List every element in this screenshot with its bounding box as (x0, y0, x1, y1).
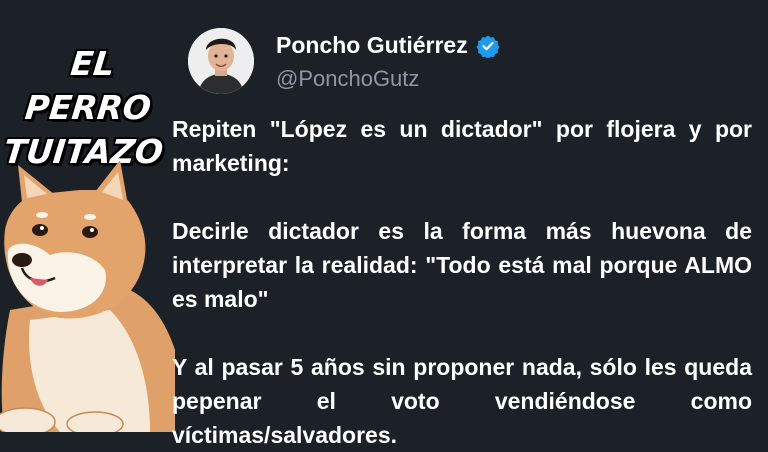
tweet-paragraph-3: Y al pasar 5 años sin proponer nada, sól… (172, 354, 752, 448)
tweet-header: Poncho Gutiérrez @PonchoGutz (188, 28, 748, 98)
verified-badge-icon (476, 35, 500, 58)
brand-logo: EL PERRO TUITAZO (1, 42, 175, 174)
profile-photo (188, 28, 254, 94)
author-name-row: Poncho Gutiérrez (276, 32, 500, 59)
avatar[interactable] (188, 28, 254, 94)
tweet-paragraph-2: Decirle dictador es la forma más huevona… (172, 218, 752, 312)
brand-line-1: EL PERRO (23, 44, 153, 127)
tweet-body: Repiten "López es un dictador" por floje… (172, 112, 752, 452)
tweet-paragraph-1: Repiten "López es un dictador" por floje… (172, 116, 752, 176)
author-handle[interactable]: @PonchoGutz (276, 66, 419, 92)
shiba-dog-mascot (0, 160, 175, 432)
author-name[interactable]: Poncho Gutiérrez (276, 32, 468, 59)
